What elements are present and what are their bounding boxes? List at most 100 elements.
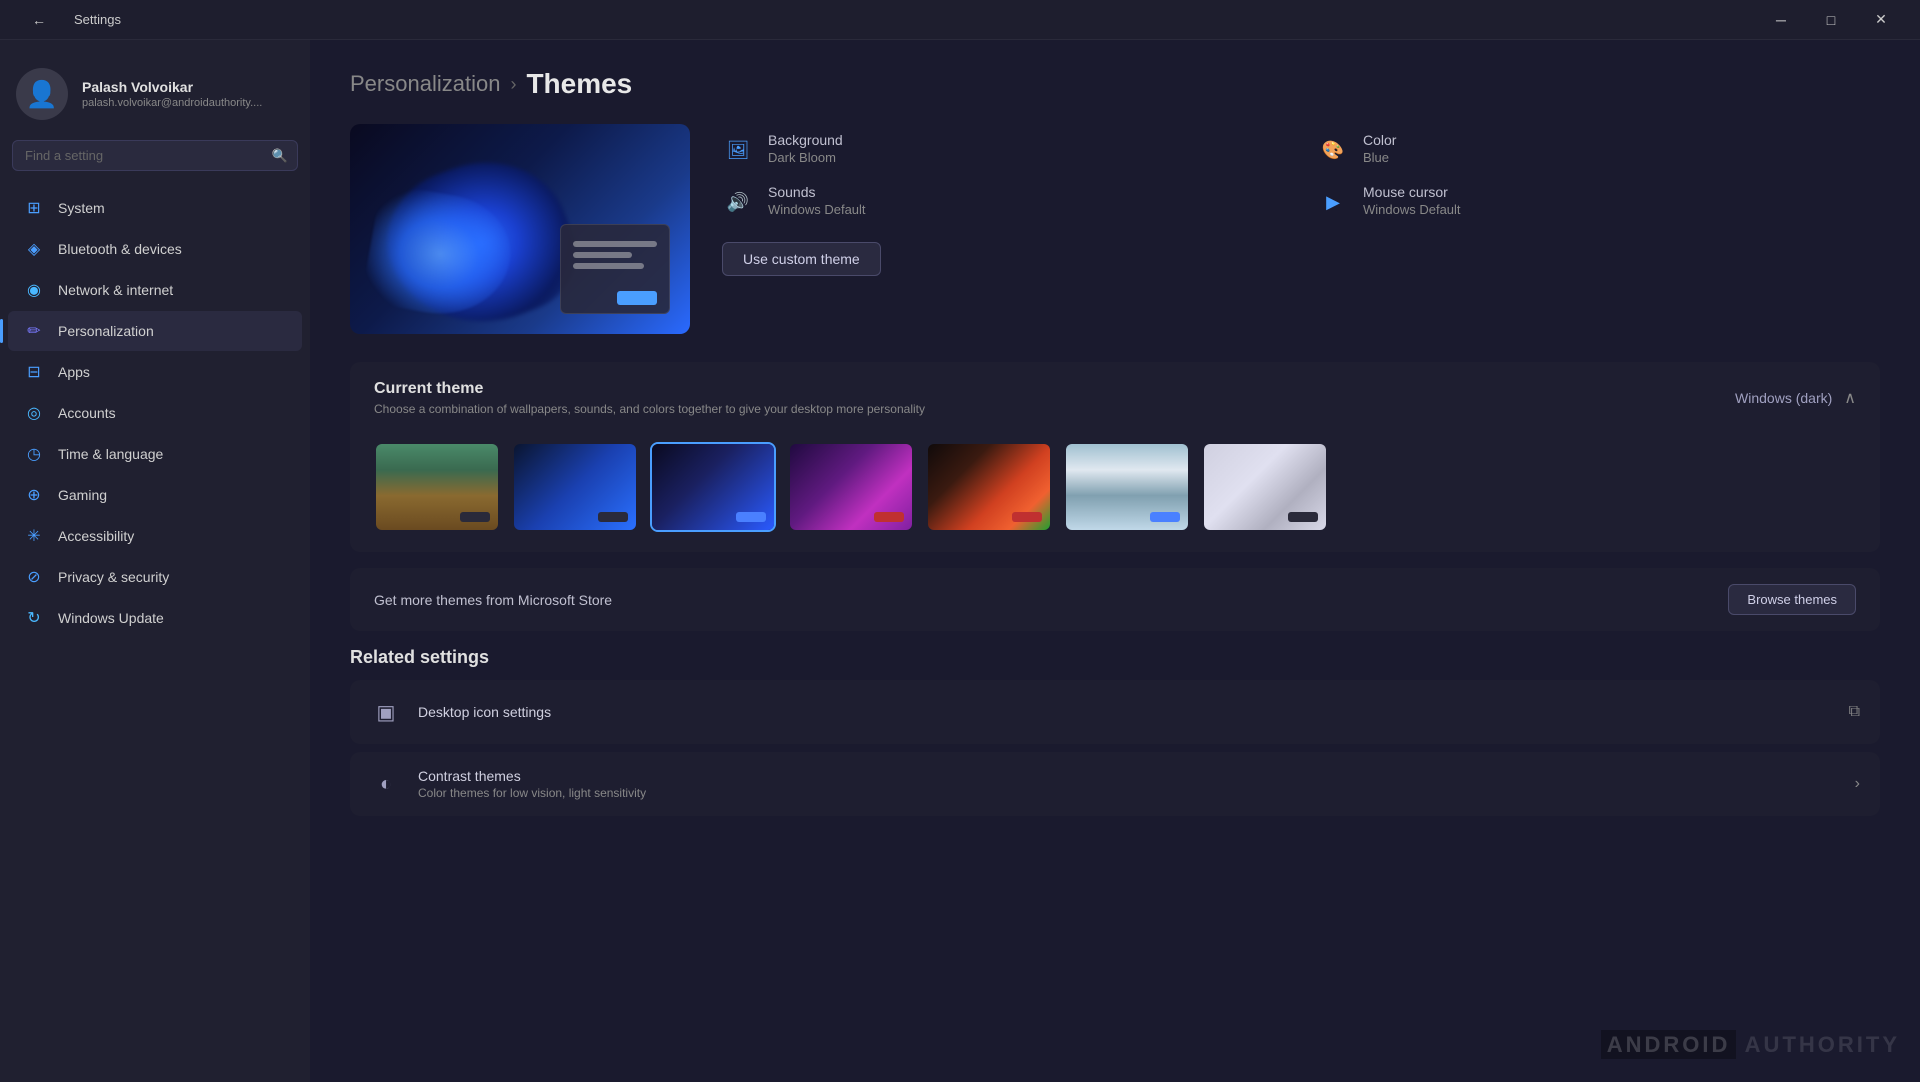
sidebar-item-gaming[interactable]: ⊕ Gaming bbox=[8, 475, 302, 515]
preview-window bbox=[560, 224, 670, 314]
background-value: Dark Bloom bbox=[768, 150, 843, 165]
use-custom-theme-button[interactable]: Use custom theme bbox=[722, 242, 881, 276]
nav-list: ⊞ System ◈ Bluetooth & devices ◉ Network… bbox=[0, 187, 310, 639]
nav-label-apps: Apps bbox=[58, 364, 90, 380]
nav-icon-gaming: ⊕ bbox=[24, 485, 44, 505]
background-icon: 🖼 bbox=[722, 134, 754, 166]
avatar: 👤 bbox=[16, 68, 68, 120]
theme-thumb-img-t7 bbox=[1204, 444, 1326, 530]
theme-thumb-t3[interactable] bbox=[650, 442, 776, 532]
sidebar-item-bluetooth[interactable]: ◈ Bluetooth & devices bbox=[8, 229, 302, 269]
current-theme-title: Current theme bbox=[374, 380, 925, 398]
related-item-info-contrast-themes: Contrast themes Color themes for low vis… bbox=[418, 768, 646, 800]
sidebar-item-accessibility[interactable]: ✳ Accessibility bbox=[8, 516, 302, 556]
theme-thumb-bar-t1 bbox=[460, 512, 490, 522]
related-item-desktop-icons[interactable]: ▣ Desktop icon settings ⧉ bbox=[350, 680, 1880, 744]
chevron-up-icon: ∧ bbox=[1844, 388, 1856, 408]
color-info[interactable]: 🎨 Color Blue bbox=[1317, 132, 1880, 166]
nav-icon-accounts: ◎ bbox=[24, 403, 44, 423]
nav-label-bluetooth: Bluetooth & devices bbox=[58, 241, 182, 257]
nav-label-time: Time & language bbox=[58, 446, 163, 462]
user-info: Palash Volvoikar palash.volvoikar@androi… bbox=[82, 79, 262, 109]
related-item-label-desktop-icons: Desktop icon settings bbox=[418, 704, 551, 720]
theme-thumb-img-t6 bbox=[1066, 444, 1188, 530]
theme-thumb-t2[interactable] bbox=[512, 442, 638, 532]
preview-line-2 bbox=[573, 252, 632, 258]
theme-thumb-img-t1 bbox=[376, 444, 498, 530]
close-button[interactable]: ✕ bbox=[1858, 4, 1904, 36]
sounds-label: Sounds bbox=[768, 184, 866, 200]
nav-label-network: Network & internet bbox=[58, 282, 173, 298]
themes-grid bbox=[350, 434, 1880, 552]
mouse-cursor-info[interactable]: ▶ Mouse cursor Windows Default bbox=[1317, 184, 1880, 218]
search-input[interactable] bbox=[12, 140, 298, 171]
back-button[interactable]: ← bbox=[16, 4, 62, 36]
sidebar-item-network[interactable]: ◉ Network & internet bbox=[8, 270, 302, 310]
nav-icon-accessibility: ✳ bbox=[24, 526, 44, 546]
preview-line-1 bbox=[573, 241, 657, 247]
theme-thumb-bar-t6 bbox=[1150, 512, 1180, 522]
search-box: 🔍 bbox=[12, 140, 298, 171]
mouse-cursor-icon: ▶ bbox=[1317, 186, 1349, 218]
theme-thumb-bar-t7 bbox=[1288, 512, 1318, 522]
nav-label-update: Windows Update bbox=[58, 610, 164, 626]
nav-icon-time: ◷ bbox=[24, 444, 44, 464]
breadcrumb-current: Themes bbox=[526, 68, 632, 100]
theme-thumb-t1[interactable] bbox=[374, 442, 500, 532]
nav-icon-update: ↻ bbox=[24, 608, 44, 628]
avatar-icon: 👤 bbox=[26, 79, 58, 110]
related-item-info-desktop-icons: Desktop icon settings bbox=[418, 704, 551, 720]
theme-thumb-bar-t3 bbox=[736, 512, 766, 522]
current-theme-header[interactable]: Current theme Choose a combination of wa… bbox=[350, 362, 1880, 434]
titlebar-left: ← Settings bbox=[16, 4, 121, 36]
current-theme-header-left: Current theme Choose a combination of wa… bbox=[374, 380, 925, 416]
current-theme-section: Current theme Choose a combination of wa… bbox=[350, 362, 1880, 552]
sidebar-item-apps[interactable]: ⊟ Apps bbox=[8, 352, 302, 392]
sidebar: 👤 Palash Volvoikar palash.volvoikar@andr… bbox=[0, 40, 310, 1082]
theme-thumb-img-t2 bbox=[514, 444, 636, 530]
minimize-button[interactable]: ─ bbox=[1758, 4, 1804, 36]
breadcrumb: Personalization › Themes bbox=[350, 68, 1880, 100]
breadcrumb-parent[interactable]: Personalization bbox=[350, 71, 500, 97]
sidebar-item-time[interactable]: ◷ Time & language bbox=[8, 434, 302, 474]
titlebar: ← Settings ─ □ ✕ bbox=[0, 0, 1920, 40]
theme-thumb-t6[interactable] bbox=[1064, 442, 1190, 532]
sidebar-item-system[interactable]: ⊞ System bbox=[8, 188, 302, 228]
related-item-contrast-themes[interactable]: ◐ Contrast themes Color themes for low v… bbox=[350, 752, 1880, 816]
user-profile[interactable]: 👤 Palash Volvoikar palash.volvoikar@andr… bbox=[0, 56, 310, 140]
mouse-cursor-text: Mouse cursor Windows Default bbox=[1363, 184, 1461, 217]
maximize-button[interactable]: □ bbox=[1808, 4, 1854, 36]
sounds-text: Sounds Windows Default bbox=[768, 184, 866, 217]
color-icon: 🎨 bbox=[1317, 134, 1349, 166]
current-theme-subtitle: Choose a combination of wallpapers, soun… bbox=[374, 402, 925, 416]
current-theme-header-right: Windows (dark) ∧ bbox=[1735, 388, 1856, 408]
sounds-icon: 🔊 bbox=[722, 186, 754, 218]
background-info[interactable]: 🖼 Background Dark Bloom bbox=[722, 132, 1285, 166]
preview-line-3 bbox=[573, 263, 644, 269]
nav-label-personalization: Personalization bbox=[58, 323, 154, 339]
color-label: Color bbox=[1363, 132, 1396, 148]
nav-icon-system: ⊞ bbox=[24, 198, 44, 218]
sounds-value: Windows Default bbox=[768, 202, 866, 217]
nav-label-system: System bbox=[58, 200, 105, 216]
sounds-info[interactable]: 🔊 Sounds Windows Default bbox=[722, 184, 1285, 218]
main-content: Personalization › Themes bbox=[310, 40, 1920, 1082]
app-container: 👤 Palash Volvoikar palash.volvoikar@andr… bbox=[0, 40, 1920, 1082]
related-icon-contrast-themes: ◐ bbox=[370, 768, 402, 800]
sidebar-item-personalization[interactable]: ✏ Personalization bbox=[8, 311, 302, 351]
sidebar-item-update[interactable]: ↻ Windows Update bbox=[8, 598, 302, 638]
user-email: palash.volvoikar@androidauthority.... bbox=[82, 97, 262, 109]
theme-thumb-t7[interactable] bbox=[1202, 442, 1328, 532]
sidebar-item-accounts[interactable]: ◎ Accounts bbox=[8, 393, 302, 433]
related-item-label-contrast-themes: Contrast themes bbox=[418, 768, 646, 784]
browse-themes-button[interactable]: Browse themes bbox=[1728, 584, 1856, 615]
user-name: Palash Volvoikar bbox=[82, 79, 262, 95]
theme-thumb-t4[interactable] bbox=[788, 442, 914, 532]
sidebar-item-privacy[interactable]: ⊘ Privacy & security bbox=[8, 557, 302, 597]
nav-icon-privacy: ⊘ bbox=[24, 567, 44, 587]
theme-thumb-t5[interactable] bbox=[926, 442, 1052, 532]
search-icon: 🔍 bbox=[272, 148, 288, 164]
color-text: Color Blue bbox=[1363, 132, 1396, 165]
nav-icon-personalization: ✏ bbox=[24, 321, 44, 341]
theme-thumb-img-t4 bbox=[790, 444, 912, 530]
